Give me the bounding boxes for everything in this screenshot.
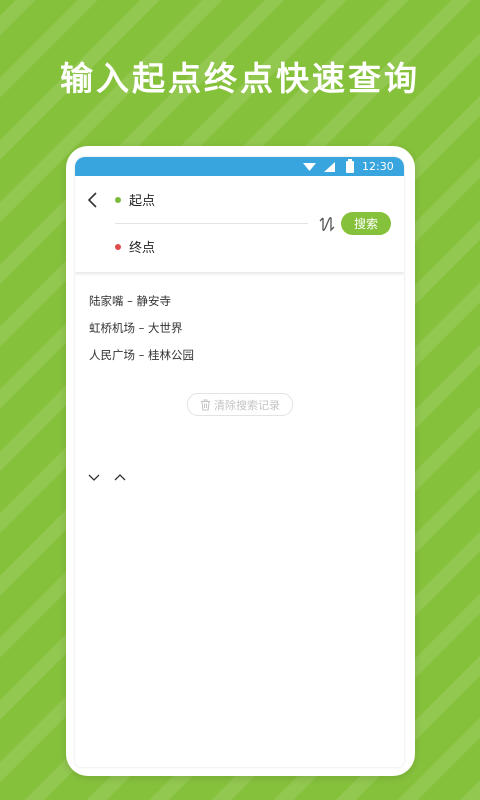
search-button[interactable]: 搜索 xyxy=(341,212,391,235)
chevron-up-icon[interactable] xyxy=(113,467,127,481)
field-divider xyxy=(115,223,308,224)
wifi-icon xyxy=(303,157,316,176)
search-history-list: 陆家嘴 – 静安寺 虹桥机场 – 大世界 人民广场 – 桂林公园 xyxy=(89,293,194,374)
phone-frame: 12:30 起点 终点 搜索 陆家嘴 – 静安寺 虹桥机场 – 大世界 人民广场… xyxy=(66,146,415,776)
trash-icon xyxy=(201,399,210,410)
chevron-down-icon[interactable] xyxy=(87,467,101,481)
history-item[interactable]: 陆家嘴 – 静安寺 xyxy=(89,293,194,320)
back-icon[interactable] xyxy=(85,190,101,210)
promo-headline: 输入起点终点快速查询 xyxy=(60,59,420,98)
history-item[interactable]: 人民广场 – 桂林公园 xyxy=(89,347,194,374)
start-dot xyxy=(115,196,121,203)
battery-icon xyxy=(346,157,354,176)
swap-icon[interactable] xyxy=(317,214,337,234)
end-field-text: 终点 xyxy=(129,241,156,256)
start-field-text: 起点 xyxy=(129,194,156,209)
route-search-card: 起点 终点 搜索 xyxy=(75,176,404,272)
status-bar: 12:30 xyxy=(75,157,404,176)
signal-icon xyxy=(324,157,335,176)
history-item[interactable]: 虹桥机场 – 大世界 xyxy=(89,320,194,347)
clear-history-button[interactable]: 清除搜索记录 xyxy=(187,393,293,416)
end-dot xyxy=(115,243,121,250)
status-time: 12:30 xyxy=(362,160,394,173)
start-field[interactable]: 起点 xyxy=(115,190,155,209)
app-screen: 12:30 起点 终点 搜索 陆家嘴 – 静安寺 虹桥机场 – 大世界 人民广场… xyxy=(75,157,404,767)
end-field[interactable]: 终点 xyxy=(115,237,155,256)
clear-history-label: 清除搜索记录 xyxy=(214,398,280,412)
